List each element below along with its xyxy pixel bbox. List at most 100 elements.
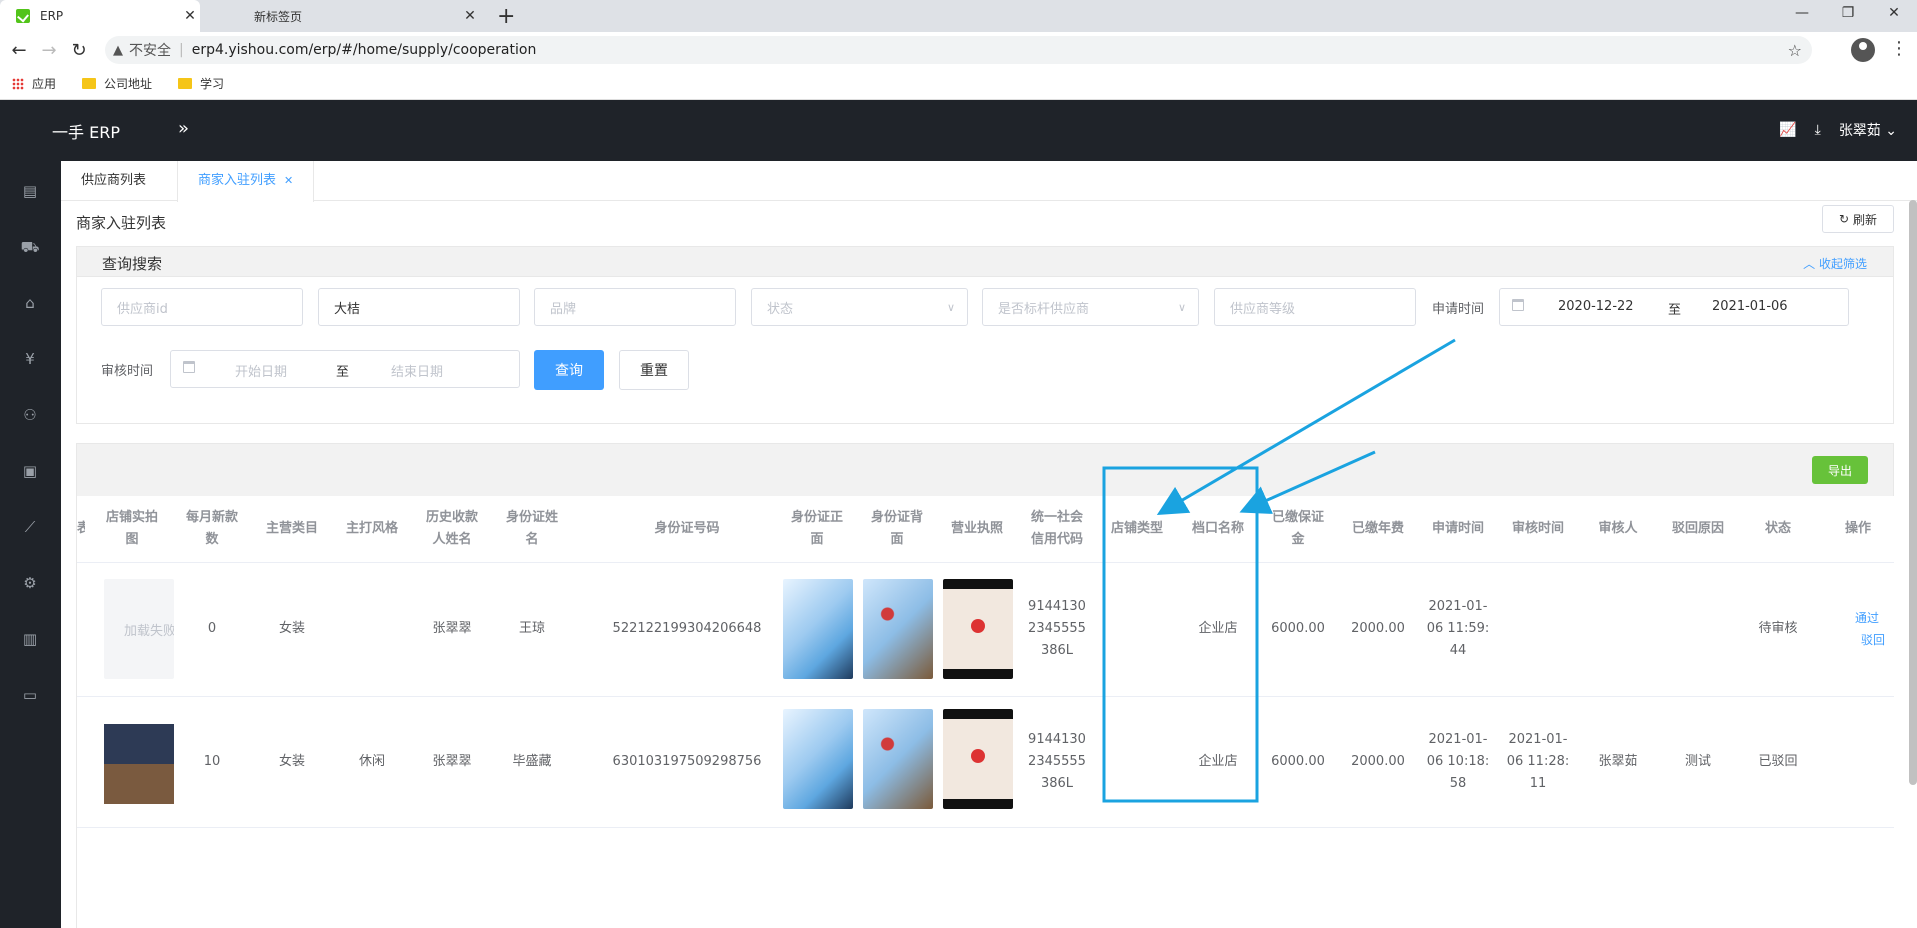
reject-link[interactable]: 驳回 <box>1861 629 1885 651</box>
style-cell: 休闲 <box>358 753 385 769</box>
store-photo-failed[interactable]: 加载失败 <box>104 579 174 679</box>
store-type-cell <box>1102 696 1172 827</box>
payee-cell: 张翠翠 <box>432 621 472 636</box>
collapse-filter-label: 收起筛选 <box>1818 257 1867 271</box>
range-separator: 至 <box>1668 303 1682 318</box>
status-select[interactable]: 状态 ∨ <box>751 288 968 326</box>
gear-icon[interactable]: ⚙ <box>20 573 40 593</box>
monthly-new-cell: 0 <box>207 621 217 636</box>
reject-reason-cell: 测试 <box>1684 753 1711 769</box>
download-icon[interactable]: ⤓ <box>1815 122 1821 138</box>
benchmark-select[interactable]: 是否标杆供应商 ∨ <box>982 288 1199 326</box>
col-id-front: 身份证正 面 <box>790 510 843 547</box>
document-icon[interactable]: ▭ <box>20 685 40 705</box>
bookmark-study[interactable]: 学习 <box>178 75 224 92</box>
bookmark-star-icon[interactable]: ☆ <box>1788 41 1802 60</box>
refresh-icon: ↻ <box>1838 212 1850 226</box>
user-menu[interactable]: 张翠茹 ⌄ <box>1839 120 1897 140</box>
address-bar[interactable]: ▲ 不安全 | erp4.yishou.com/erp/#/home/suppl… <box>105 36 1812 64</box>
supplier-id-input[interactable]: 供应商id <box>101 288 303 326</box>
new-tab-icon[interactable]: + <box>497 4 515 29</box>
query-button[interactable]: 查询 <box>534 350 604 390</box>
approve-link[interactable]: 通过 <box>1855 607 1879 629</box>
scrollbar[interactable] <box>1909 200 1917 785</box>
annual-fee-cell: 2000.00 <box>1351 621 1405 636</box>
export-button[interactable]: 导出 <box>1812 456 1868 484</box>
refresh-button[interactable]: ↻ 刷新 <box>1822 205 1894 233</box>
col-store-type: 店铺类型 <box>1110 521 1163 536</box>
browser-tab-erp[interactable]: ERP ✕ <box>0 0 200 32</box>
restore-icon[interactable]: ❐ <box>1825 0 1871 28</box>
home-icon[interactable]: ⌂ <box>20 293 40 313</box>
search-title: 查询搜索 <box>102 255 163 273</box>
supplier-name-value: 大桔 <box>334 301 361 317</box>
store-photo-image[interactable] <box>104 709 174 809</box>
cart-icon[interactable]: ⛟ <box>20 237 40 257</box>
minimize-icon[interactable]: — <box>1779 0 1825 28</box>
collapse-menu-icon[interactable]: » <box>178 118 189 139</box>
id-front-image[interactable] <box>783 709 853 809</box>
browser-tab-label: 新标签页 <box>254 9 303 24</box>
col-category: 主营类目 <box>265 521 318 536</box>
chart-icon[interactable]: 📈 <box>1779 122 1796 138</box>
deposit-cell: 6000.00 <box>1271 753 1325 769</box>
menu-kebab-icon[interactable]: ⋮ <box>1890 38 1908 59</box>
bookmark-apps[interactable]: 应用 <box>12 75 56 92</box>
reload-icon[interactable]: ↻ <box>64 40 94 61</box>
col-annual-fee: 已缴年费 <box>1351 521 1404 536</box>
trend-icon[interactable]: ⟋ <box>20 517 40 537</box>
brand-input[interactable]: 品牌 <box>534 288 736 326</box>
profile-icon[interactable] <box>1851 38 1875 62</box>
calendar-icon <box>1512 299 1524 311</box>
actions-cell: 通过 驳回 <box>1823 562 1893 696</box>
credit-code-cell: 9144130 2345555 386L <box>1028 731 1086 791</box>
col-reviewer: 审核人 <box>1598 521 1638 536</box>
bookmark-company[interactable]: 公司地址 <box>82 75 152 92</box>
tab-merchant-list[interactable]: 商家入驻列表 ✕ <box>177 161 315 202</box>
id-card-icon[interactable]: ▤ <box>20 181 40 201</box>
col-apply-time: 申请时间 <box>1431 521 1484 536</box>
id-back-image[interactable] <box>863 709 933 809</box>
apply-date-range[interactable]: 2020-12-22 至 2021-01-06 <box>1499 288 1849 326</box>
close-window-icon[interactable]: ✕ <box>1871 0 1917 28</box>
review-date-range[interactable]: 开始日期 至 结束日期 <box>170 350 520 388</box>
apply-end-date: 2021-01-06 <box>1712 299 1788 314</box>
apps-grid-icon <box>12 77 24 90</box>
close-tab-icon[interactable]: ✕ <box>460 8 480 24</box>
col-style: 主打风格 <box>345 521 398 536</box>
yen-icon[interactable]: ¥ <box>20 349 40 369</box>
id-front-image[interactable] <box>783 579 853 679</box>
back-icon[interactable]: ← <box>4 40 34 61</box>
review-time-cell: 2021-01- 06 11:28: 11 <box>1506 731 1570 791</box>
col-actions: 操作 <box>1844 521 1871 536</box>
export-label: 导出 <box>1827 463 1852 478</box>
table-toolbar <box>76 443 1894 496</box>
reset-button[interactable]: 重置 <box>619 350 689 390</box>
stall-name-cell: 企业店 <box>1198 621 1238 636</box>
col-id-number: 身份证号码 <box>654 521 720 536</box>
browser-tab-new[interactable]: 新标签页 ✕ <box>240 0 480 32</box>
close-tab-icon[interactable]: ✕ <box>180 8 200 24</box>
contact-icon[interactable]: ▣ <box>20 461 40 481</box>
col-stall-name: 档口名称 <box>1191 521 1244 536</box>
network-icon[interactable]: ⚇ <box>20 405 40 425</box>
supplier-level-placeholder: 供应商等级 <box>1230 301 1296 317</box>
collapse-filter-button[interactable]: ︿ 收起筛选 <box>1803 255 1867 272</box>
supplier-level-input[interactable]: 供应商等级 <box>1214 288 1416 326</box>
window-controls: — ❐ ✕ <box>1779 0 1917 28</box>
apply-time-label: 申请时间 <box>1432 302 1485 317</box>
business-license-image[interactable] <box>943 709 1013 809</box>
bar-chart-icon[interactable]: ▥ <box>20 629 40 649</box>
id-number-cell: 630103197509298756 <box>612 753 762 769</box>
id-back-image[interactable] <box>863 579 933 679</box>
chevron-down-icon: ∨ <box>946 300 955 314</box>
business-license-image[interactable] <box>943 579 1013 679</box>
review-end-placeholder: 结束日期 <box>391 365 444 380</box>
supplier-name-input[interactable]: 大桔 <box>318 288 520 326</box>
col-status: 状态 <box>1764 521 1791 536</box>
forward-icon[interactable]: → <box>34 40 64 61</box>
tab-supplier-list[interactable]: 供应商列表 <box>61 161 166 201</box>
bookmark-label: 应用 <box>32 77 57 91</box>
close-icon[interactable]: ✕ <box>284 174 293 187</box>
reject-reason-cell <box>1663 562 1733 696</box>
